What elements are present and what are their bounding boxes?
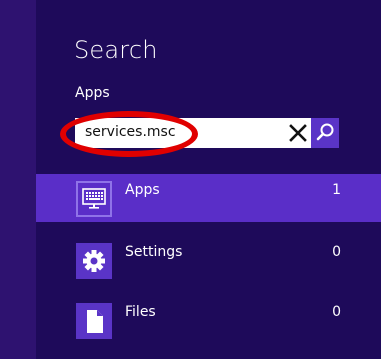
gear-icon	[83, 250, 105, 272]
result-count: 0	[332, 304, 341, 320]
magnifier-icon	[316, 123, 334, 141]
result-icon-tile	[76, 181, 112, 217]
close-icon	[289, 124, 307, 142]
result-label: Apps	[125, 182, 160, 198]
clear-button[interactable]	[288, 120, 308, 146]
result-count: 1	[332, 182, 341, 198]
background-strip	[0, 0, 36, 359]
page-title: Search	[74, 36, 158, 64]
result-row-files[interactable]: Files 0	[36, 296, 381, 344]
result-label: Settings	[125, 244, 183, 260]
search-scope-label: Apps	[75, 85, 110, 101]
keyboard-display-icon	[82, 188, 106, 209]
result-row-apps[interactable]: Apps 1	[36, 174, 381, 222]
result-count: 0	[332, 244, 341, 260]
result-icon-tile	[76, 303, 112, 339]
result-label: Files	[125, 304, 156, 320]
search-button[interactable]	[311, 118, 339, 148]
annotation-ellipse	[60, 111, 198, 157]
result-row-settings[interactable]: Settings 0	[36, 236, 381, 284]
result-icon-tile	[76, 243, 112, 279]
document-icon	[87, 310, 103, 333]
